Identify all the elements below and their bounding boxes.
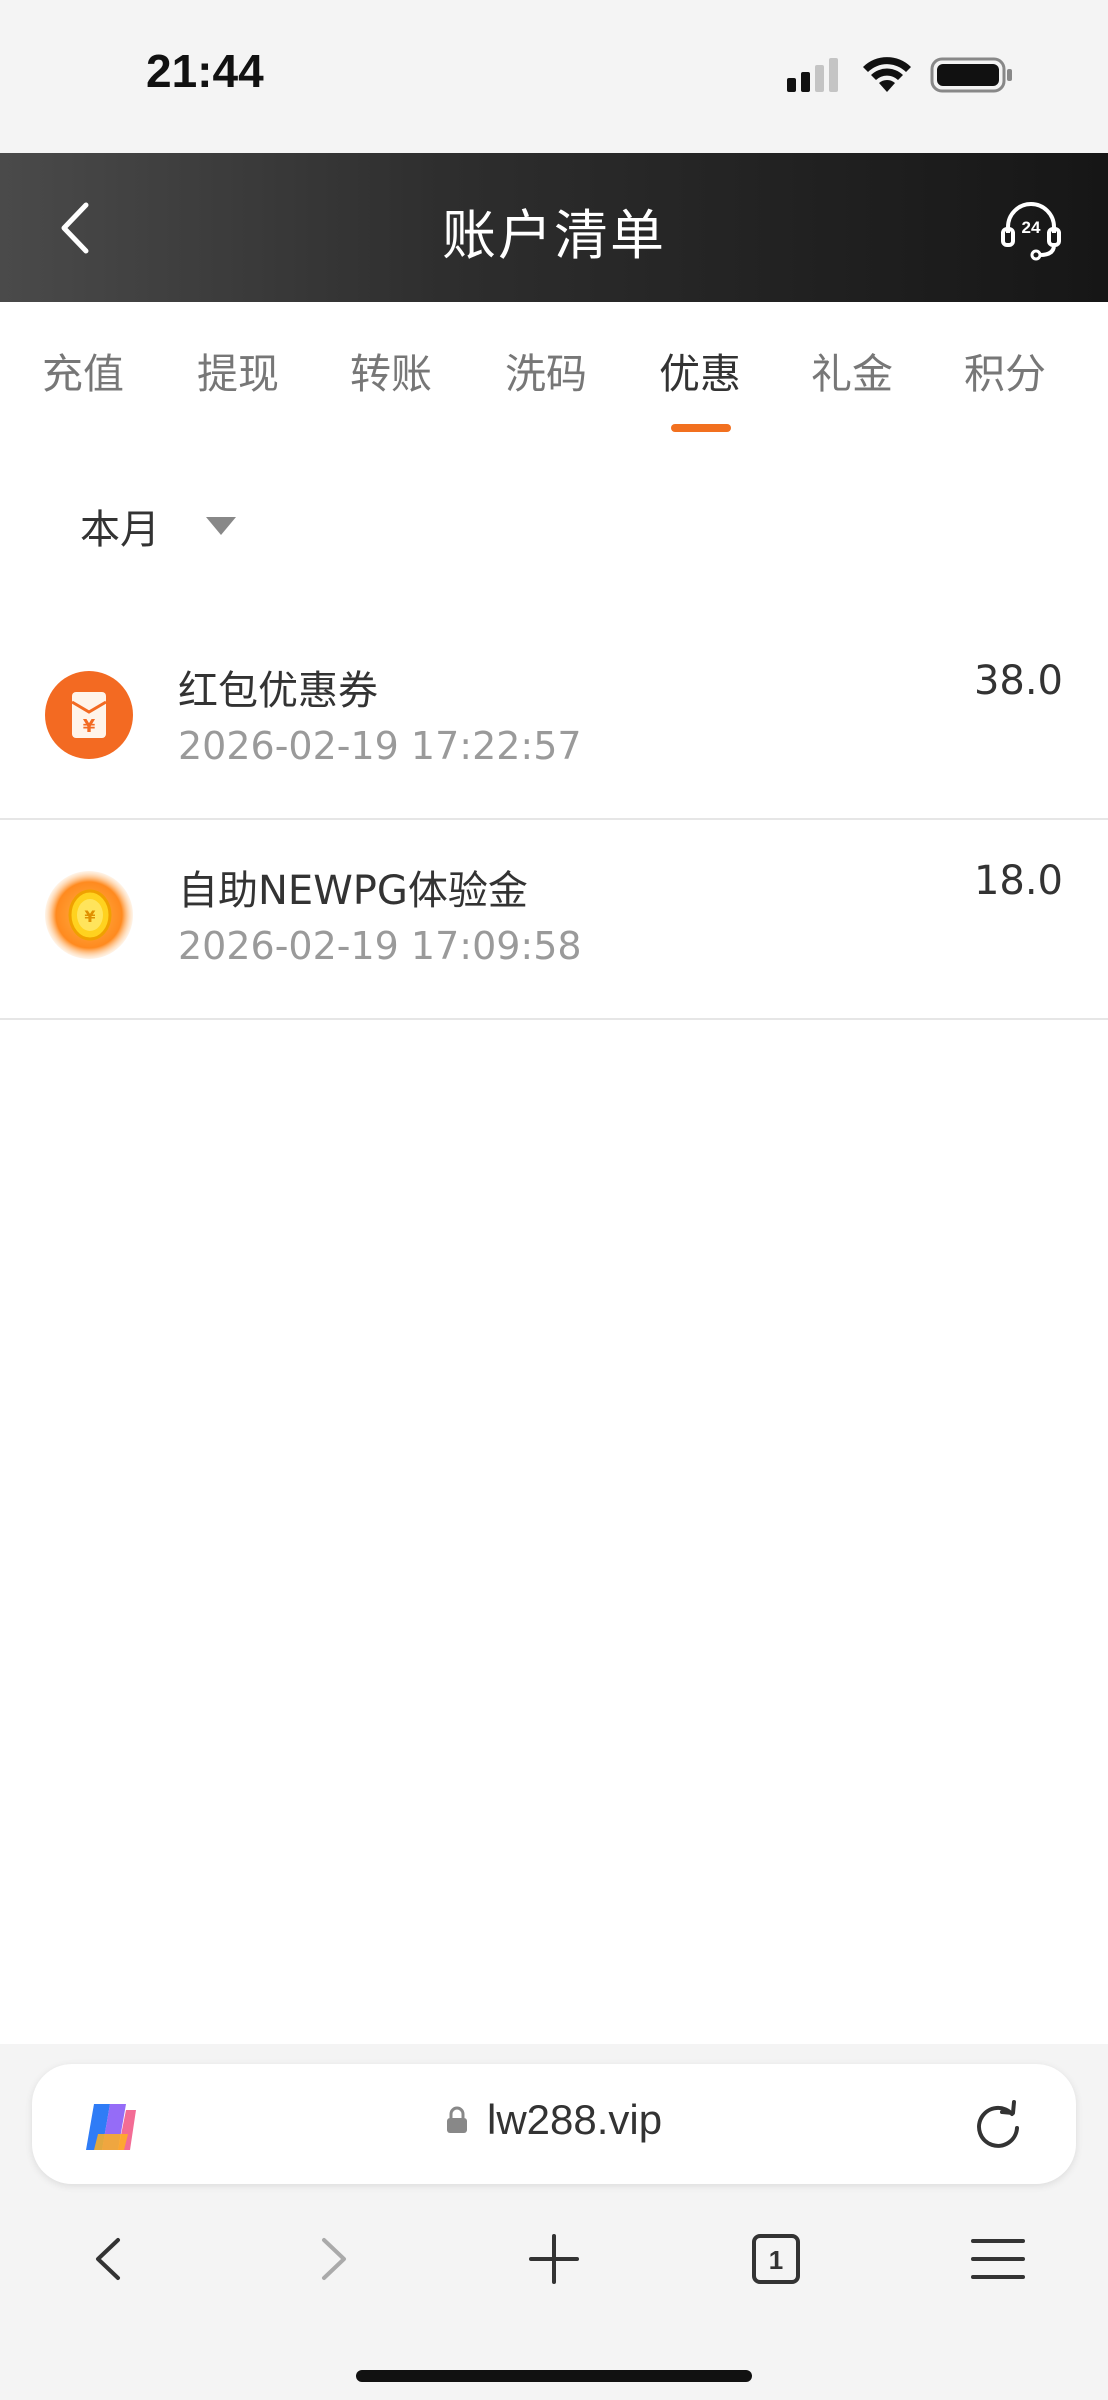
status-bar: 21:44	[0, 0, 1108, 153]
record-title: 自助NEWPG体验金	[178, 868, 528, 914]
url-text: lw288.vip	[486, 2096, 663, 2143]
tabs-icon[interactable]: 1	[741, 2224, 811, 2294]
browser-nav: 1	[0, 2224, 1108, 2324]
reload-icon[interactable]	[972, 2098, 1024, 2152]
category-tabs: 充值 提现 转账 洗码 优惠 礼金 积分	[0, 302, 1108, 432]
tab-withdraw[interactable]: 提现	[197, 340, 279, 400]
battery-icon	[930, 57, 1012, 93]
support-24h-headset-icon[interactable]: 24	[998, 195, 1064, 261]
browser-toolbar: lw288.vip 1	[0, 2044, 1108, 2400]
tab-points[interactable]: 积分	[964, 340, 1046, 400]
red-envelope-icon: ¥	[45, 671, 133, 759]
tab-promotion[interactable]: 优惠	[659, 340, 741, 400]
tab-rebate[interactable]: 洗码	[505, 340, 587, 400]
svg-text:¥: ¥	[84, 907, 95, 926]
tab-transfer[interactable]: 转账	[350, 340, 432, 400]
back-arrow-icon[interactable]	[74, 2224, 144, 2294]
forward-arrow-icon[interactable]	[298, 2224, 368, 2294]
record-amount: 38.0	[973, 658, 1063, 704]
tab-gift[interactable]: 礼金	[811, 340, 893, 400]
status-time: 21:44	[146, 45, 264, 97]
cellular-signal-icon	[787, 58, 838, 92]
address-bar[interactable]: lw288.vip	[32, 2064, 1076, 2184]
tab-recharge[interactable]: 充值	[42, 340, 124, 400]
main-content: 充值 提现 转账 洗码 优惠 礼金 积分 本月 ¥ 红包优惠券 2026-02-…	[0, 302, 1108, 2044]
list-item[interactable]: ¥ 自助NEWPG体验金 2026-02-19 17:09:58 18.0	[0, 820, 1108, 1020]
period-filter-value: 本月	[80, 507, 160, 553]
support-badge: 24	[1022, 218, 1041, 237]
period-filter-dropdown[interactable]: 本月	[80, 497, 238, 555]
wifi-icon	[863, 57, 911, 92]
gold-coin-icon: ¥	[45, 871, 133, 959]
record-amount: 18.0	[973, 858, 1063, 904]
list-item[interactable]: ¥ 红包优惠券 2026-02-19 17:22:57 38.0	[0, 620, 1108, 820]
menu-icon[interactable]	[963, 2224, 1033, 2294]
page-title: 账户清单	[442, 204, 666, 267]
record-list: ¥ 红包优惠券 2026-02-19 17:22:57 38.0 ¥ 自助NEW…	[0, 620, 1108, 1020]
home-indicator	[356, 2370, 752, 2382]
svg-text:¥: ¥	[83, 716, 96, 737]
caret-down-icon	[206, 517, 236, 535]
record-time: 2026-02-19 17:09:58	[178, 924, 582, 968]
new-tab-plus-icon[interactable]	[519, 2224, 589, 2294]
tab-count: 1	[769, 2245, 783, 2275]
active-tab-indicator	[671, 424, 731, 432]
record-title: 红包优惠券	[178, 668, 378, 714]
url-display[interactable]: lw288.vip	[32, 2096, 1076, 2144]
app-header: 账户清单 24	[0, 153, 1108, 302]
lock-icon	[446, 2106, 467, 2133]
record-time: 2026-02-19 17:22:57	[178, 724, 582, 768]
